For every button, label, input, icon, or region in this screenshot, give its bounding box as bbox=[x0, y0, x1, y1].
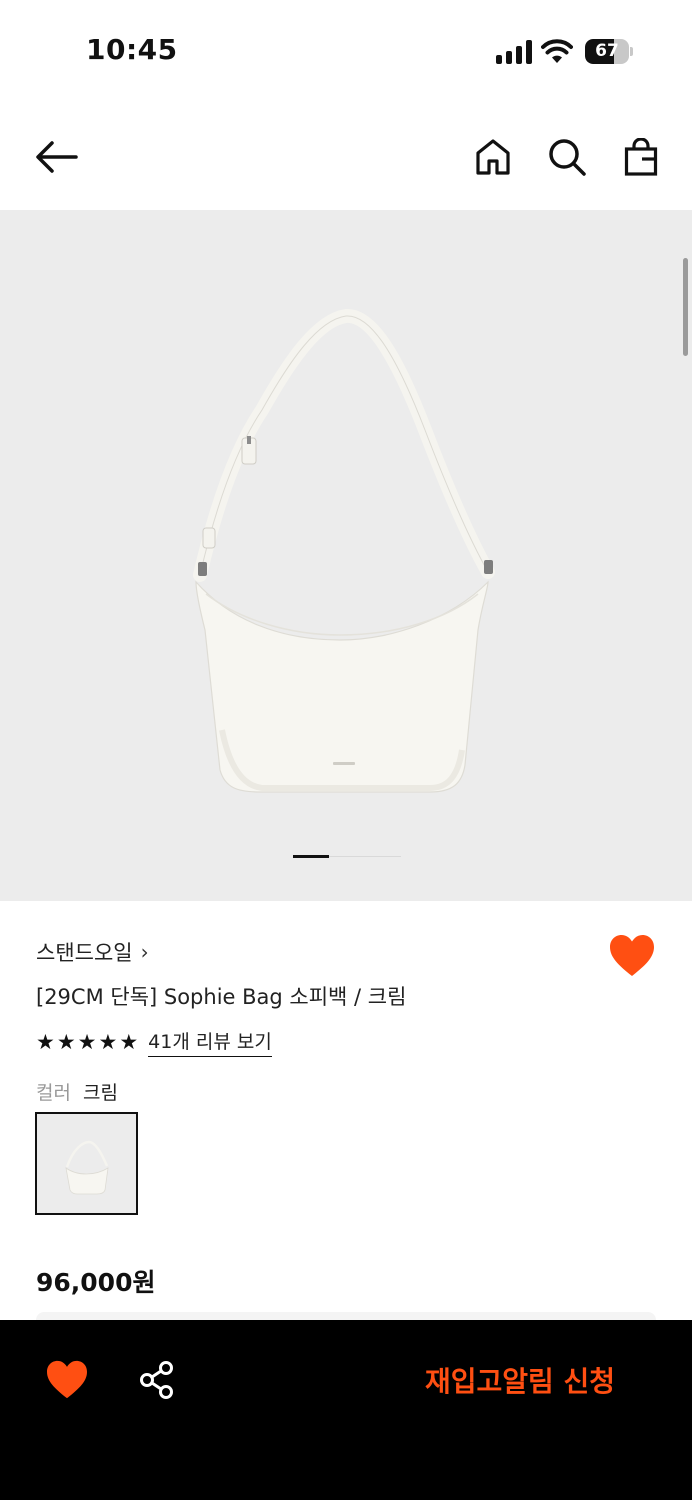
search-button[interactable] bbox=[543, 133, 591, 181]
wishlist-heart-button[interactable] bbox=[608, 934, 656, 978]
restock-alert-button[interactable]: 재입고알림 신청 bbox=[400, 1358, 640, 1402]
gallery-indicator-active bbox=[293, 855, 329, 858]
product-image-gallery[interactable] bbox=[0, 210, 692, 901]
cart-button[interactable] bbox=[617, 133, 665, 181]
heart-icon bbox=[610, 935, 654, 976]
star-icon: ★ bbox=[77, 1030, 97, 1054]
color-label: 컬러 bbox=[36, 1082, 71, 1104]
wifi-icon bbox=[541, 38, 573, 64]
top-nav bbox=[0, 100, 692, 210]
color-value: 크림 bbox=[82, 1082, 118, 1104]
search-icon bbox=[549, 139, 586, 176]
rating-stars: ★ ★ ★ ★ ★ bbox=[36, 1028, 138, 1056]
battery-level: 67 bbox=[595, 41, 619, 61]
battery-indicator: 67 bbox=[585, 39, 633, 64]
product-price: 96,000원 bbox=[36, 1268, 156, 1297]
chevron-right-icon: › bbox=[140, 940, 149, 964]
bottom-wishlist-button[interactable] bbox=[45, 1360, 89, 1400]
back-button[interactable] bbox=[32, 133, 80, 181]
bottom-action-bar: 재입고알림 신청 bbox=[0, 1320, 692, 1500]
signal-icon bbox=[496, 40, 532, 64]
home-icon bbox=[476, 139, 510, 175]
star-icon: ★ bbox=[98, 1030, 118, 1054]
share-button[interactable] bbox=[137, 1360, 177, 1400]
product-image bbox=[193, 309, 495, 793]
star-icon: ★ bbox=[119, 1030, 139, 1054]
status-time: 10:45 bbox=[86, 33, 178, 66]
star-icon: ★ bbox=[36, 1030, 55, 1054]
gallery-page-indicator bbox=[293, 855, 401, 858]
rating-row: ★ ★ ★ ★ ★ 41개 리뷰 보기 bbox=[36, 1027, 272, 1057]
status-bar: 10:45 67 bbox=[0, 0, 692, 100]
color-row: 컬러 크림 bbox=[36, 1078, 118, 1105]
review-link[interactable]: 41개 리뷰 보기 bbox=[148, 1027, 272, 1057]
product-title: [29CM 단독] Sophie Bag 소피백 / 크림 bbox=[36, 985, 407, 1009]
arrow-left-icon bbox=[36, 141, 78, 173]
heart-icon bbox=[47, 1360, 87, 1399]
color-swatch-cream[interactable] bbox=[35, 1112, 138, 1215]
gallery-scrollbar[interactable] bbox=[683, 258, 688, 356]
star-icon: ★ bbox=[56, 1030, 76, 1054]
home-button[interactable] bbox=[469, 133, 517, 181]
shopping-bag-icon bbox=[624, 138, 658, 176]
swatch-thumbnail bbox=[65, 1140, 109, 1195]
brand-link[interactable]: 스탠드오일 › bbox=[36, 937, 149, 967]
share-icon bbox=[140, 1361, 173, 1399]
brand-name: 스탠드오일 bbox=[36, 941, 133, 965]
